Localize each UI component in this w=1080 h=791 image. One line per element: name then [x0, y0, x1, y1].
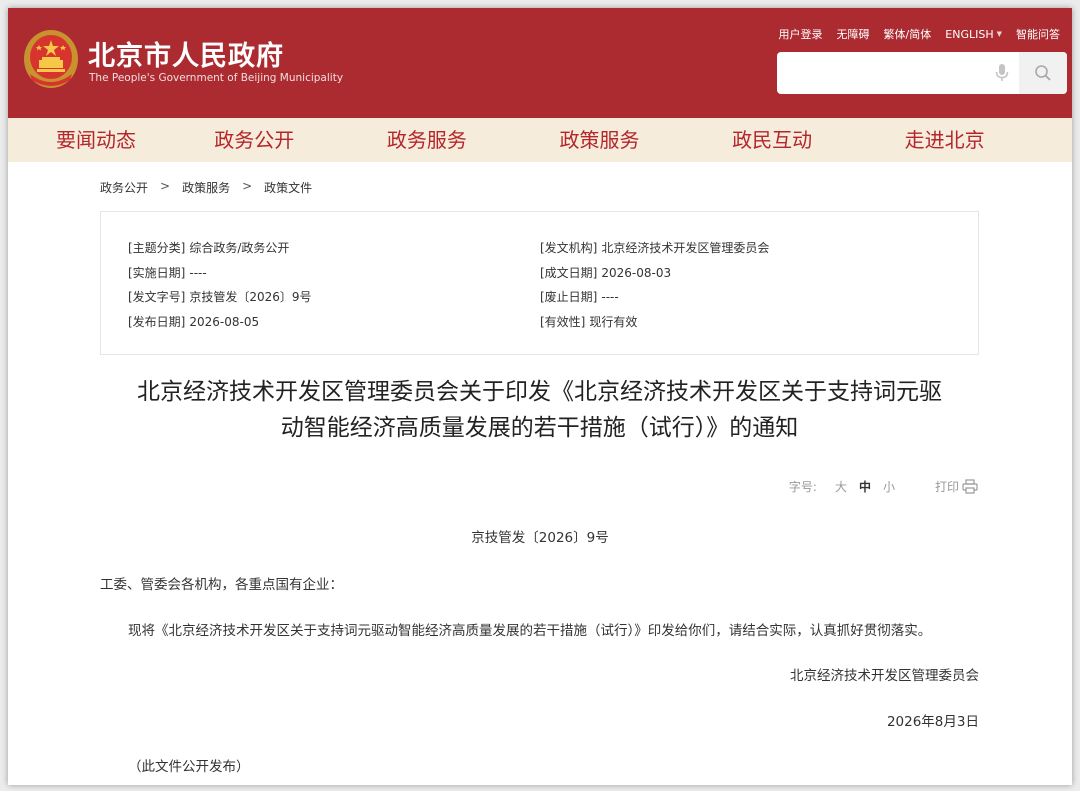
search-icon — [1035, 65, 1051, 81]
nav-interaction[interactable]: 政民互动 — [686, 118, 859, 162]
caret-down-icon: ▼ — [996, 30, 1002, 38]
info-abolish-date: [废止日期] ---- — [540, 288, 619, 305]
info-org-key: [发文机构] — [540, 241, 598, 255]
info-num-value: 京技管发〔2026〕9号 — [189, 290, 312, 304]
nav-policy-services[interactable]: 政策服务 — [513, 118, 686, 162]
font-size-small-button[interactable]: 小 — [883, 478, 895, 495]
breadcrumb: 政务公开 > 政策服务 > 政策文件 — [100, 179, 312, 196]
document-number: 京技管发〔2026〕9号 — [471, 530, 609, 546]
info-doc-number: [发文字号] 京技管发〔2026〕9号 — [128, 288, 312, 305]
traditional-simplified-link[interactable]: 繁体/简体 — [884, 26, 932, 42]
microphone-icon[interactable] — [995, 64, 1009, 82]
top-links: 用户登录 无障碍 繁体/简体 ENGLISH ▼ 智能问答 — [779, 26, 1060, 42]
info-validity: [有效性] 现行有效 — [540, 313, 637, 330]
info-valid-value: 现行有效 — [589, 315, 638, 329]
info-topic: [主题分类] 综合政务/政务公开 — [128, 239, 289, 256]
breadcrumb-item-affairs[interactable]: 政务公开 — [100, 179, 148, 196]
english-label: ENGLISH — [945, 27, 994, 41]
search-box — [777, 52, 1067, 94]
main-nav: 要闻动态 政务公开 政务服务 政策服务 政民互动 走进北京 — [8, 118, 1072, 162]
info-pub-date: [发布日期] 2026-08-05 — [128, 313, 259, 330]
national-emblem-icon — [24, 30, 78, 88]
breadcrumb-item-policy-services[interactable]: 政策服务 — [182, 179, 230, 196]
print-button[interactable]: 打印 — [935, 478, 978, 495]
info-pub-key: [发布日期] — [128, 315, 186, 329]
info-valid-key: [有效性] — [540, 315, 586, 329]
document-info-box: [主题分类] 综合政务/政务公开 [发文机构] 北京经济技术开发区管理委员会 [实施… — [100, 211, 979, 355]
login-link[interactable]: 用户登录 — [779, 26, 823, 42]
info-topic-value: 综合政务/政务公开 — [189, 241, 290, 255]
smart-qa-link[interactable]: 智能问答 — [1016, 26, 1060, 42]
info-created-date: [成文日期] 2026-08-03 — [540, 264, 671, 281]
nav-government-affairs[interactable]: 政务公开 — [168, 118, 341, 162]
document-paragraph: 现将《北京经济技术开发区关于支持词元驱动智能经济高质量发展的若干措施（试行）》印… — [128, 623, 932, 639]
info-abolish-value: ---- — [601, 290, 619, 304]
nav-about-beijing[interactable]: 走进北京 — [858, 118, 1031, 162]
nav-government-services[interactable]: 政务服务 — [341, 118, 514, 162]
info-created-key: [成文日期] — [540, 266, 598, 280]
site-header: 北京市人民政府 The People's Government of Beiji… — [8, 8, 1072, 118]
site-title[interactable]: 北京市人民政府 — [88, 34, 284, 73]
document-recipients: 工委、管委会各机构，各重点国有企业： — [100, 577, 343, 593]
info-impl-value: ---- — [189, 266, 207, 280]
search-input[interactable] — [777, 52, 987, 94]
info-created-value: 2026-08-03 — [601, 266, 672, 280]
accessibility-link[interactable]: 无障碍 — [837, 26, 870, 42]
search-button[interactable] — [1019, 52, 1067, 94]
info-impl-key: [实施日期] — [128, 266, 186, 280]
nav-news[interactable]: 要闻动态 — [8, 118, 168, 162]
font-size-large-button[interactable]: 大 — [835, 478, 847, 495]
document-publication-note: （此文件公开发布） — [128, 759, 250, 775]
info-num-key: [发文字号] — [128, 290, 186, 304]
info-org-value: 北京经济技术开发区管理委员会 — [601, 241, 770, 255]
site-subtitle: The People's Government of Beijing Munic… — [89, 72, 344, 84]
info-org: [发文机构] 北京经济技术开发区管理委员会 — [540, 239, 769, 256]
info-topic-key: [主题分类] — [128, 241, 186, 255]
font-size-medium-button[interactable]: 中 — [859, 478, 871, 495]
page-frame: 北京市人民政府 The People's Government of Beiji… — [8, 8, 1072, 785]
document-tools: 字号: 大 中 小 打印 — [789, 478, 978, 495]
printer-icon — [962, 479, 978, 494]
document-title-line-1: 北京经济技术开发区管理委员会关于印发《北京经济技术开发区关于支持词元驱 — [137, 379, 942, 405]
document-title-line-2: 动智能经济高质量发展的若干措施（试行）》的通知 — [280, 415, 799, 441]
breadcrumb-separator: > — [242, 179, 253, 193]
breadcrumb-separator: > — [160, 179, 171, 193]
info-pub-value: 2026-08-05 — [189, 315, 260, 329]
info-impl-date: [实施日期] ---- — [128, 264, 207, 281]
print-label: 打印 — [934, 480, 959, 494]
document-date: 2026年8月3日 — [886, 714, 979, 730]
document-title: 北京经济技术开发区管理委员会关于印发《北京经济技术开发区关于支持词元驱 动智能经… — [100, 374, 979, 446]
breadcrumb-item-policy-docs[interactable]: 政策文件 — [264, 179, 312, 196]
document-signature: 北京经济技术开发区管理委员会 — [790, 668, 979, 684]
english-link[interactable]: ENGLISH ▼ — [945, 28, 1002, 41]
font-size-label: 字号: — [788, 480, 817, 494]
info-abolish-key: [废止日期] — [540, 290, 598, 304]
